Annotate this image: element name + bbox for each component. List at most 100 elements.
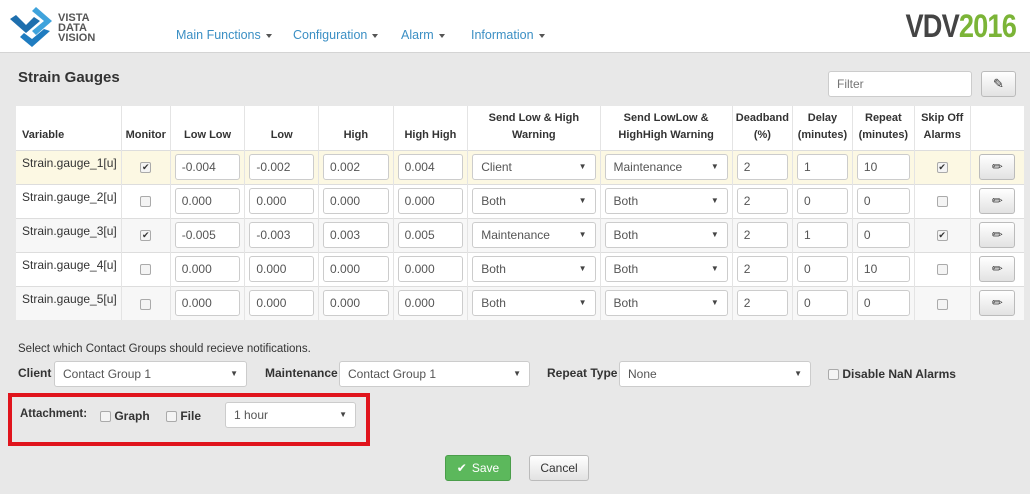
deadband-input[interactable]: 2: [736, 256, 788, 282]
graph-checkbox[interactable]: [100, 411, 111, 423]
client-label: Client: [18, 366, 52, 380]
nav-main-functions[interactable]: Main Functions: [176, 28, 272, 42]
disable-nan-checkbox[interactable]: [828, 369, 839, 381]
repeat-input[interactable]: 10: [856, 154, 910, 180]
delay-input[interactable]: 0: [796, 290, 848, 317]
cancel-button[interactable]: Cancel: [529, 455, 589, 481]
send_lh-select[interactable]: Maintenance: [472, 222, 596, 248]
send_llhh-select[interactable]: Both: [604, 256, 728, 282]
edit-row-button[interactable]: ✏: [979, 154, 1016, 180]
highhigh-input[interactable]: 0.005: [397, 222, 464, 248]
send_lh-select[interactable]: Both: [472, 290, 596, 317]
send_llhh-select[interactable]: Both: [604, 290, 728, 317]
delay-input[interactable]: 0: [796, 188, 848, 214]
attachment-period-select[interactable]: 1 hour: [225, 402, 356, 428]
check-icon: ✔: [456, 461, 467, 475]
highhigh-input[interactable]: 0.004: [397, 154, 464, 180]
monitor-checkbox[interactable]: [140, 298, 152, 310]
edit-square-icon: ✎: [993, 76, 1004, 91]
send_lh-select[interactable]: Client: [472, 154, 596, 180]
edit-row-button[interactable]: ✏: [979, 256, 1016, 282]
caret-down-icon: [265, 33, 272, 38]
column-header: Repeat (minutes): [851, 106, 915, 150]
column-header: High High: [392, 106, 468, 150]
repeat-type-select[interactable]: None: [619, 361, 811, 387]
skip-checkbox[interactable]: [936, 298, 948, 310]
logo-text: VISTA DATA VISION: [58, 12, 96, 44]
graph-option[interactable]: Graph: [100, 409, 150, 423]
send_llhh-select[interactable]: Maintenance: [604, 154, 728, 180]
edit-row-button[interactable]: ✏: [979, 222, 1016, 248]
low-input[interactable]: 0.000: [249, 256, 315, 282]
send_lh-select[interactable]: Both: [472, 188, 596, 214]
deadband-input[interactable]: 2: [736, 188, 788, 214]
skip-checkbox[interactable]: [936, 196, 948, 208]
edit-row-button[interactable]: ✏: [979, 188, 1016, 214]
repeat-input[interactable]: 10: [856, 256, 910, 282]
save-button[interactable]: ✔ Save: [445, 455, 511, 481]
repeat-input[interactable]: 0: [856, 222, 910, 248]
deadband-input[interactable]: 2: [736, 290, 788, 317]
delay-input[interactable]: 1: [796, 222, 848, 248]
delay-input[interactable]: 0: [796, 256, 848, 282]
lowlow-input[interactable]: 0.000: [174, 256, 241, 282]
nav-configuration[interactable]: Configuration: [293, 28, 379, 42]
highhigh-input[interactable]: 0.000: [397, 290, 464, 317]
file-checkbox[interactable]: [166, 411, 177, 423]
skip-checkbox[interactable]: ✔: [936, 230, 948, 242]
edit-row-button[interactable]: ✏: [979, 290, 1016, 317]
column-header-actions: [969, 106, 1024, 150]
high-input[interactable]: 0.002: [323, 154, 389, 180]
vdv-brand: VDV2016: [905, 8, 1017, 44]
filter-input[interactable]: [828, 71, 972, 97]
skip-checkbox[interactable]: [936, 264, 948, 276]
delay-input[interactable]: 1: [796, 154, 848, 180]
send_lh-select[interactable]: Both: [472, 256, 596, 282]
monitor-checkbox[interactable]: [140, 196, 152, 208]
high-input[interactable]: 0.003: [323, 222, 389, 248]
column-header: Variable: [22, 128, 65, 141]
highhigh-input[interactable]: 0.000: [397, 256, 464, 282]
monitor-checkbox[interactable]: ✔: [140, 230, 152, 242]
pencil-icon: ✏: [991, 193, 1003, 208]
low-input[interactable]: -0.003: [249, 222, 315, 248]
pencil-icon: ✏: [991, 227, 1003, 242]
page-title: Strain Gauges: [18, 69, 120, 86]
column-header: Skip Off Alarms: [913, 106, 971, 150]
deadband-input[interactable]: 2: [736, 154, 788, 180]
nav-information[interactable]: Information: [471, 28, 545, 42]
low-input[interactable]: 0.000: [249, 188, 315, 214]
send_llhh-select[interactable]: Both: [604, 188, 728, 214]
lowlow-input[interactable]: -0.005: [174, 222, 241, 248]
high-input[interactable]: 0.000: [323, 256, 389, 282]
attachment-label: Attachment:: [20, 408, 88, 420]
low-input[interactable]: 0.000: [249, 290, 315, 317]
low-input[interactable]: -0.002: [249, 154, 315, 180]
monitor-checkbox[interactable]: ✔: [140, 162, 152, 174]
send_llhh-select[interactable]: Both: [604, 222, 728, 248]
pencil-icon: ✏: [991, 295, 1003, 311]
high-input[interactable]: 0.000: [323, 290, 389, 317]
caret-down-icon: [438, 33, 445, 38]
nav-alarm[interactable]: Alarm: [401, 28, 445, 42]
repeat-input[interactable]: 0: [856, 188, 910, 214]
monitor-checkbox[interactable]: [140, 264, 152, 276]
high-input[interactable]: 0.000: [323, 188, 389, 214]
column-header: Send LowLow & HighHigh Warning: [599, 106, 733, 150]
repeat-input[interactable]: 0: [856, 290, 910, 317]
client-group-select[interactable]: Contact Group 1: [54, 361, 247, 387]
column-header: Delay (minutes): [791, 106, 853, 150]
edit-all-button[interactable]: ✎: [981, 71, 1016, 97]
skip-checkbox[interactable]: ✔: [936, 162, 948, 174]
caret-down-icon: [372, 33, 379, 38]
strain-gauges-table: Variable Monitor Low Low Low High High High Se…: [16, 106, 1024, 320]
highhigh-input[interactable]: 0.000: [397, 188, 464, 214]
lowlow-input[interactable]: -0.004: [174, 154, 241, 180]
disable-nan-alarms[interactable]: Disable NaN Alarms: [828, 367, 956, 381]
maintenance-group-select[interactable]: Contact Group 1: [339, 361, 530, 387]
deadband-input[interactable]: 2: [736, 222, 788, 248]
file-option[interactable]: File: [166, 409, 201, 423]
lowlow-input[interactable]: 0.000: [174, 188, 241, 214]
notify-instructions: Select which Contact Groups should recie…: [18, 343, 311, 355]
lowlow-input[interactable]: 0.000: [174, 290, 241, 317]
